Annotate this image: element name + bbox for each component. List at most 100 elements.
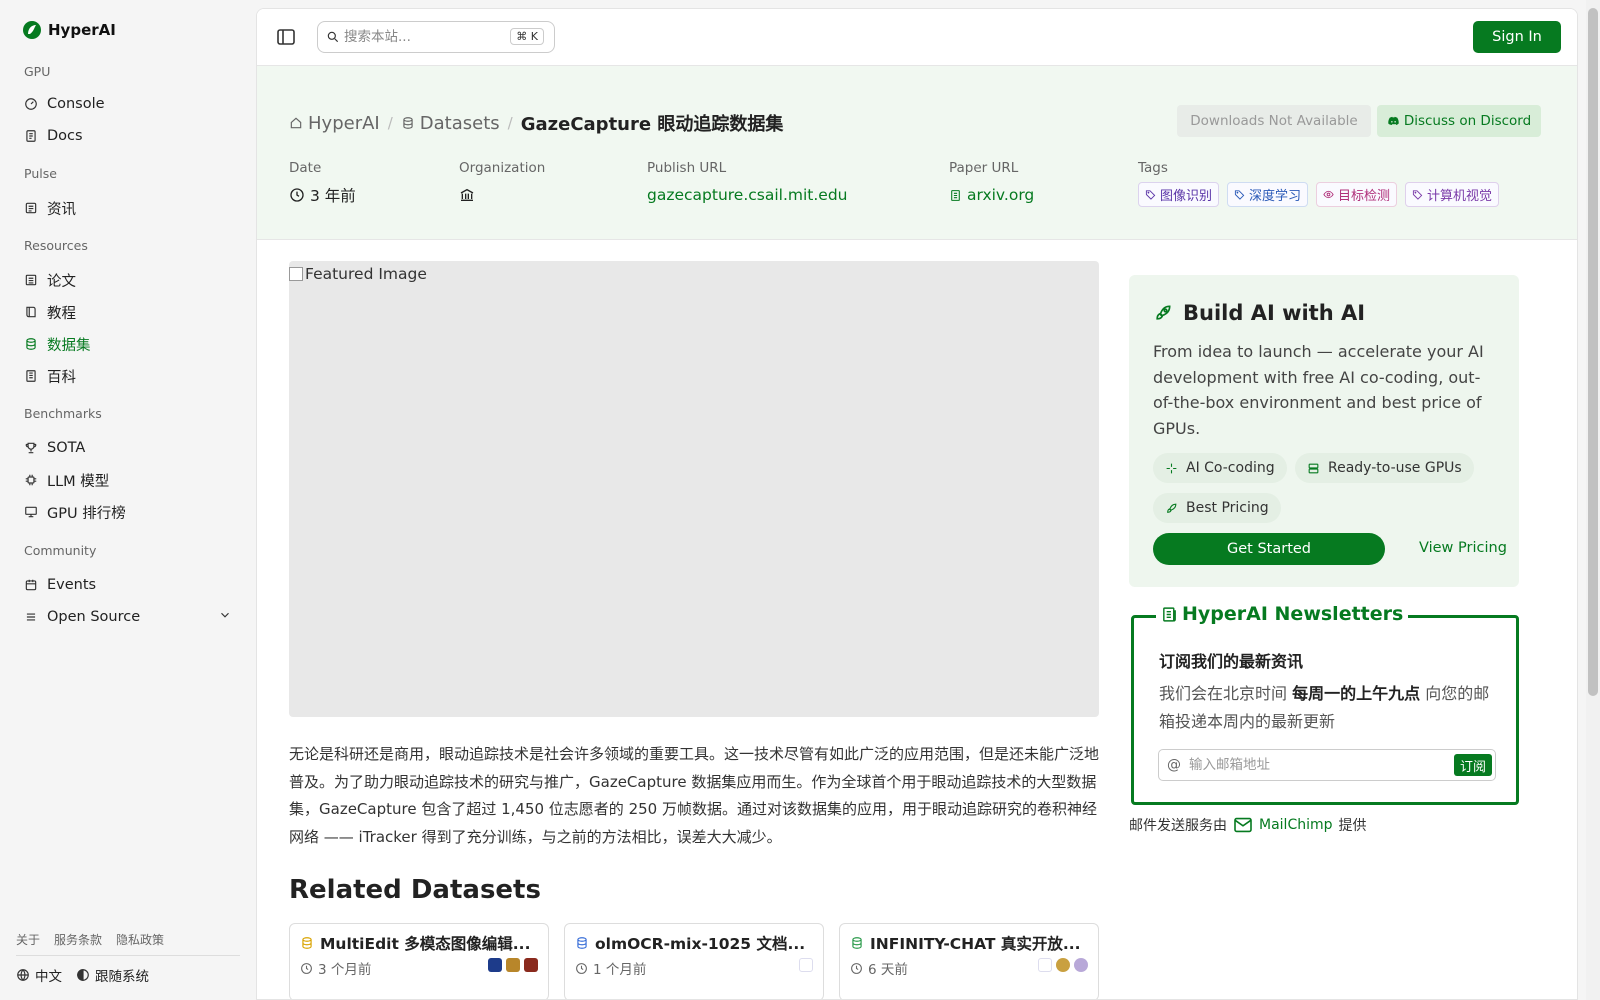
feature-pill-pricing: Best Pricing [1153, 493, 1281, 523]
email-field[interactable] [1189, 757, 1429, 773]
sidebar-item-tutorials[interactable]: 教程 [24, 301, 76, 323]
related-datasets-heading: Related Datasets [289, 875, 541, 905]
sidebar-item-news[interactable]: 资讯 [24, 197, 76, 219]
related-card[interactable]: INFINITY-CHAT 真实开放... 6 天前 [839, 923, 1099, 999]
main-panel: ⌘ K Sign In HyperAI / Datasets / GazeCap… [256, 8, 1578, 1000]
chevron-down-icon[interactable] [218, 608, 232, 622]
tag[interactable]: 计算机视觉 [1405, 182, 1500, 207]
footer-link-privacy[interactable]: 隐私政策 [116, 931, 164, 948]
nav-section-community: Community [24, 543, 97, 558]
meta-label: Tags [1138, 160, 1168, 176]
footer-settings: 中文 跟随系统 [16, 965, 149, 985]
sidebar-item-datasets[interactable]: 数据集 [24, 333, 91, 355]
globe-icon [17, 969, 29, 981]
org-logo-icon [488, 958, 502, 972]
at-icon: @ [1167, 757, 1181, 773]
meta-value [459, 184, 545, 206]
downloads-button[interactable]: Downloads Not Available [1177, 105, 1371, 137]
discord-button[interactable]: Discuss on Discord [1377, 105, 1541, 137]
meta-date: Date 3 年前 [289, 160, 356, 206]
search-input[interactable] [344, 29, 509, 45]
pill-label: Best Pricing [1186, 500, 1269, 516]
theme-switcher[interactable]: 跟随系统 [76, 965, 149, 985]
search-box[interactable]: ⌘ K [317, 21, 555, 53]
page-title: GazeCapture 眼动追踪数据集 [520, 114, 784, 135]
breadcrumb: HyperAI / Datasets / GazeCapture 眼动追踪数据集 [289, 110, 783, 136]
news-icon [25, 202, 37, 214]
newsletter-title: HyperAI Newsletters [1156, 603, 1409, 625]
search-shortcut: ⌘ K [510, 28, 544, 45]
sidebar-item-events[interactable]: Events [24, 574, 96, 596]
sidebar-item-label: Events [47, 577, 97, 593]
related-card[interactable]: MultiEdit 多模态图像编辑... 3 个月前 [289, 923, 549, 999]
related-card[interactable]: olmOCR-mix-1025 文档... 1 个月前 [564, 923, 824, 999]
monitor-icon [25, 506, 37, 518]
footer-divider [16, 955, 240, 956]
sidebar-item-open-source[interactable]: Open Source [24, 606, 140, 628]
doc-icon [26, 130, 36, 142]
mailchimp-link[interactable]: MailChimp [1259, 817, 1333, 833]
sidebar-item-label: Open Source [47, 609, 141, 625]
sidebar-item-gpu-ranking[interactable]: GPU 排行榜 [24, 501, 126, 523]
rocket-icon [1156, 305, 1171, 320]
footer-link-terms[interactable]: 服务条款 [54, 931, 102, 948]
mail-icon [1234, 817, 1252, 833]
feature-pill-gpus: Ready-to-use GPUs [1295, 453, 1474, 483]
logo[interactable]: HyperAI [22, 20, 116, 40]
tag[interactable]: 目标检测 [1316, 182, 1398, 207]
clock-icon [290, 188, 304, 202]
language-label: 中文 [35, 969, 62, 985]
nav-section-pulse: Pulse [24, 166, 57, 181]
breadcrumb-separator: / [507, 114, 513, 132]
language-switcher[interactable]: 中文 [16, 965, 62, 985]
logo-text: HyperAI [48, 21, 116, 39]
sign-in-button[interactable]: Sign In [1473, 21, 1561, 53]
sidebar-item-papers[interactable]: 论文 [24, 269, 76, 291]
paper-url-label: arxiv.org [967, 186, 1035, 204]
clock-icon [301, 962, 312, 974]
newsletter-email-box: @ 订阅 [1158, 749, 1496, 781]
org-logo-icon [524, 958, 538, 972]
related-time: 6 天前 [868, 962, 908, 978]
tag[interactable]: 深度学习 [1227, 182, 1309, 207]
footer-links: 关于 服务条款 隐私政策 [16, 931, 164, 948]
meta-tags: Tags 图像识别 深度学习 目标检测 计算机视觉 [1138, 160, 1500, 207]
pill-label: Ready-to-use GPUs [1328, 460, 1462, 476]
institution-icon [460, 188, 474, 201]
tag[interactable]: 图像识别 [1138, 182, 1220, 207]
newspaper-icon [1163, 606, 1176, 622]
paper-url-link[interactable]: arxiv.org [949, 184, 1034, 206]
sidebar-toggle-icon[interactable] [277, 29, 295, 45]
tag-list: 图像识别 深度学习 目标检测 计算机视觉 [1138, 182, 1500, 207]
sidebar-item-llm[interactable]: LLM 模型 [24, 469, 109, 491]
meta-paper-url: Paper URL arxiv.org [949, 160, 1034, 206]
breadcrumb-home[interactable]: HyperAI [289, 113, 380, 134]
feature-pill-cocoding: AI Co-coding [1153, 453, 1287, 483]
discord-label: Discuss on Discord [1403, 113, 1532, 129]
sidebar-item-docs[interactable]: Docs [24, 125, 83, 147]
paper-icon [25, 274, 37, 286]
broken-image-icon [289, 267, 303, 281]
footer-link-about[interactable]: 关于 [16, 931, 40, 948]
featured-image-alt: Featured Image [289, 265, 427, 283]
breadcrumb-datasets[interactable]: Datasets [401, 113, 500, 134]
clock-icon [851, 962, 862, 974]
sidebar-item-wiki[interactable]: 百科 [24, 365, 76, 387]
wiki-icon [26, 370, 36, 382]
date-value: 3 年前 [310, 187, 356, 205]
document-icon [951, 189, 960, 201]
tag-label: 目标检测 [1338, 189, 1391, 204]
meta-value: 3 年前 [289, 184, 356, 206]
breadcrumb-label: Datasets [419, 112, 500, 134]
sidebar-item-console[interactable]: Console [24, 93, 105, 115]
subscribe-button[interactable]: 订阅 [1453, 754, 1492, 776]
view-pricing-link[interactable]: View Pricing [1419, 540, 1507, 556]
get-started-button[interactable]: Get Started [1153, 533, 1385, 565]
database-icon [26, 338, 36, 350]
related-time: 3 个月前 [318, 962, 372, 978]
publish-url-link[interactable]: gazecapture.csail.mit.edu [647, 184, 848, 206]
sidebar-item-sota[interactable]: SOTA [24, 437, 85, 459]
meta-publish-url: Publish URL gazecapture.csail.mit.edu [647, 160, 848, 206]
related-title-text: MultiEdit 多模态图像编辑... [320, 935, 531, 953]
scrollbar-thumb[interactable] [1588, 8, 1598, 696]
